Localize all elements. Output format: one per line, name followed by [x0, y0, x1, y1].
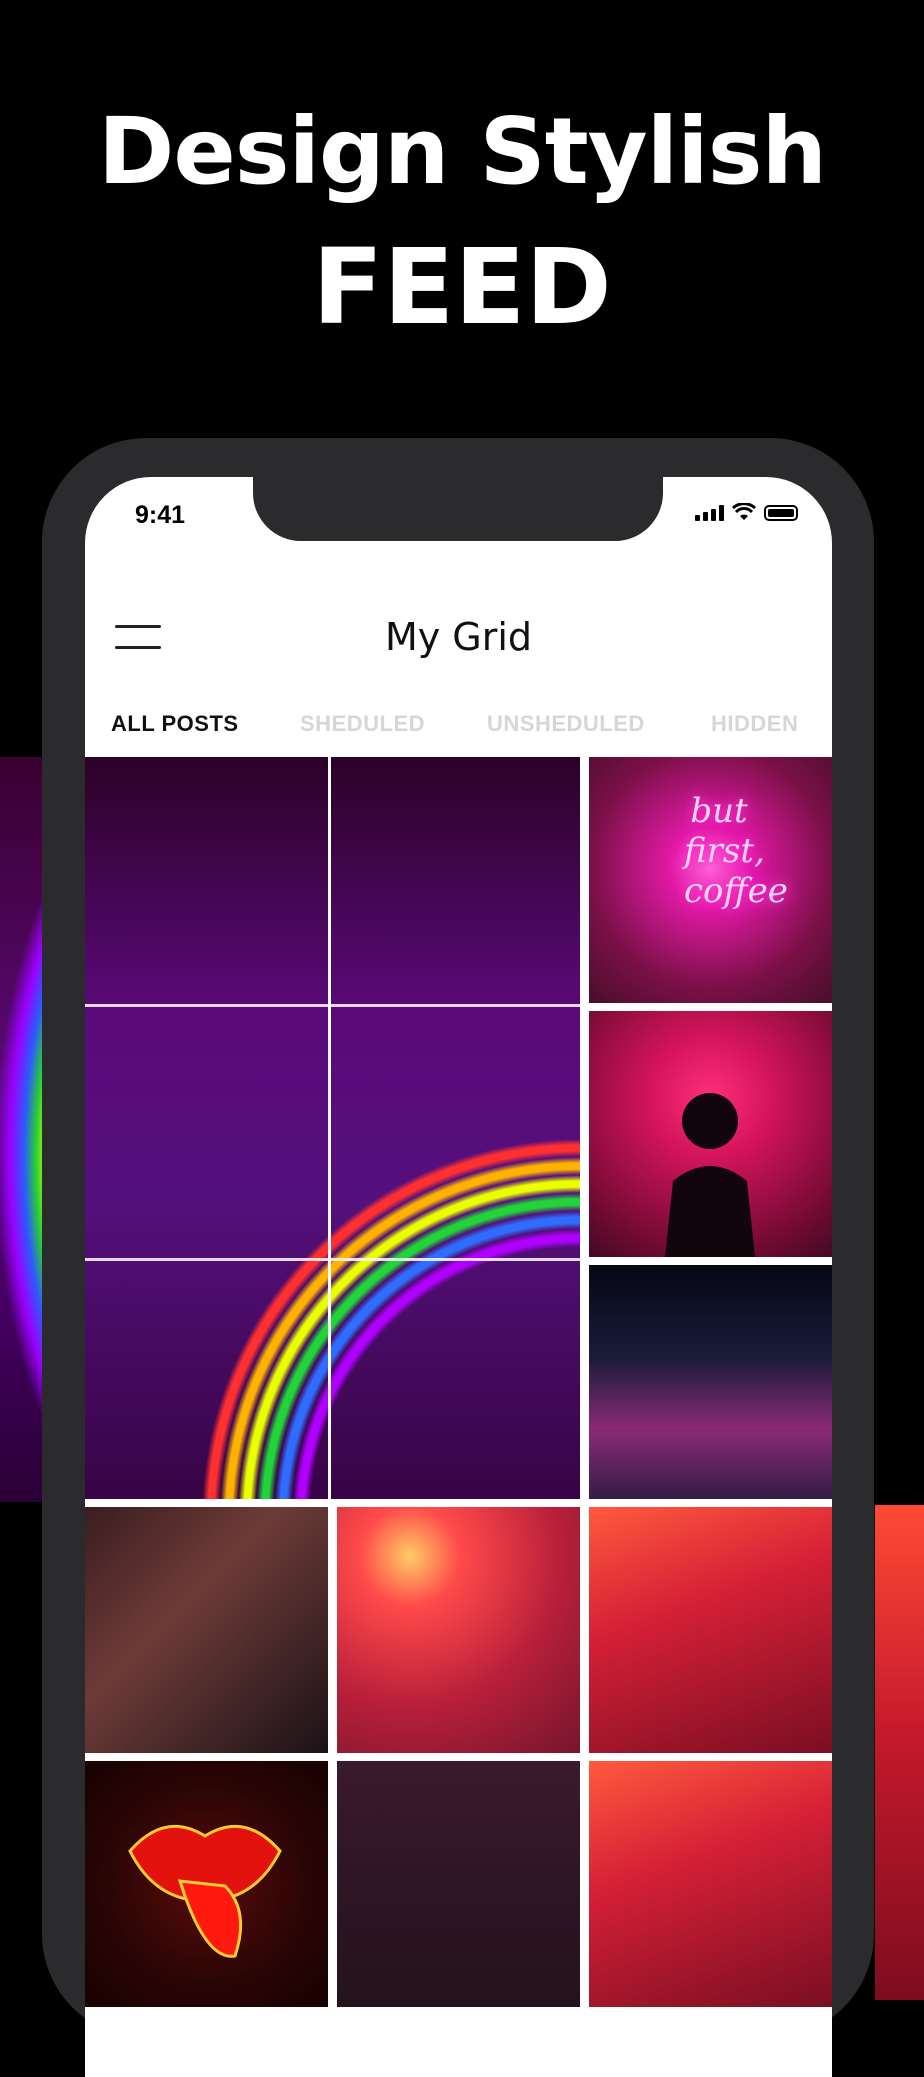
battery-icon: [764, 505, 798, 521]
silhouette-figure: [665, 1093, 755, 1257]
signal-icon: [695, 505, 724, 521]
grid-image-portrait-girls[interactable]: [85, 1507, 328, 1753]
status-time: 9:41: [135, 501, 186, 529]
tab-bar: ALL POSTS SHEDULED UNSHEDULED HIDDEN: [85, 711, 832, 751]
headline-line-1: Design Stylish: [98, 98, 827, 205]
coffee-neon-text: but first, coffee: [684, 791, 788, 911]
tab-hidden[interactable]: HIDDEN: [711, 711, 798, 737]
notch: [253, 477, 663, 541]
post-grid: but first, coffee: [85, 757, 832, 2077]
status-icons: [695, 503, 798, 521]
grid-image-silhouette[interactable]: [589, 1011, 832, 1257]
grid-image-coffee-neon[interactable]: but first, coffee: [589, 757, 832, 1003]
phone-screen: 9:41 My Grid ALL POSTS SHEDULED UNSHEDUL…: [85, 477, 832, 2077]
grid-image-rainbow-wall[interactable]: [85, 757, 581, 1499]
grid-image-red-lights[interactable]: [337, 1507, 580, 1753]
tab-unsheduled[interactable]: UNSHEDULED: [487, 711, 645, 737]
page-title: My Grid: [384, 615, 533, 659]
grid-image-city-street[interactable]: [589, 1265, 832, 1499]
tab-all-posts[interactable]: ALL POSTS: [111, 711, 239, 737]
grid-image-red-portrait[interactable]: [589, 1507, 832, 1753]
wifi-icon: [732, 503, 756, 520]
lips-neon-icon: [128, 1824, 282, 1958]
grid-image-glasses-portrait[interactable]: [589, 1761, 832, 2007]
overflow-image-right: [875, 1505, 924, 2000]
grid-image-dark-portrait[interactable]: [337, 1761, 580, 2007]
grid-image-neon-lips[interactable]: [85, 1761, 328, 2007]
headline-line-2: FEED: [312, 226, 612, 348]
tab-sheduled[interactable]: SHEDULED: [300, 711, 425, 737]
